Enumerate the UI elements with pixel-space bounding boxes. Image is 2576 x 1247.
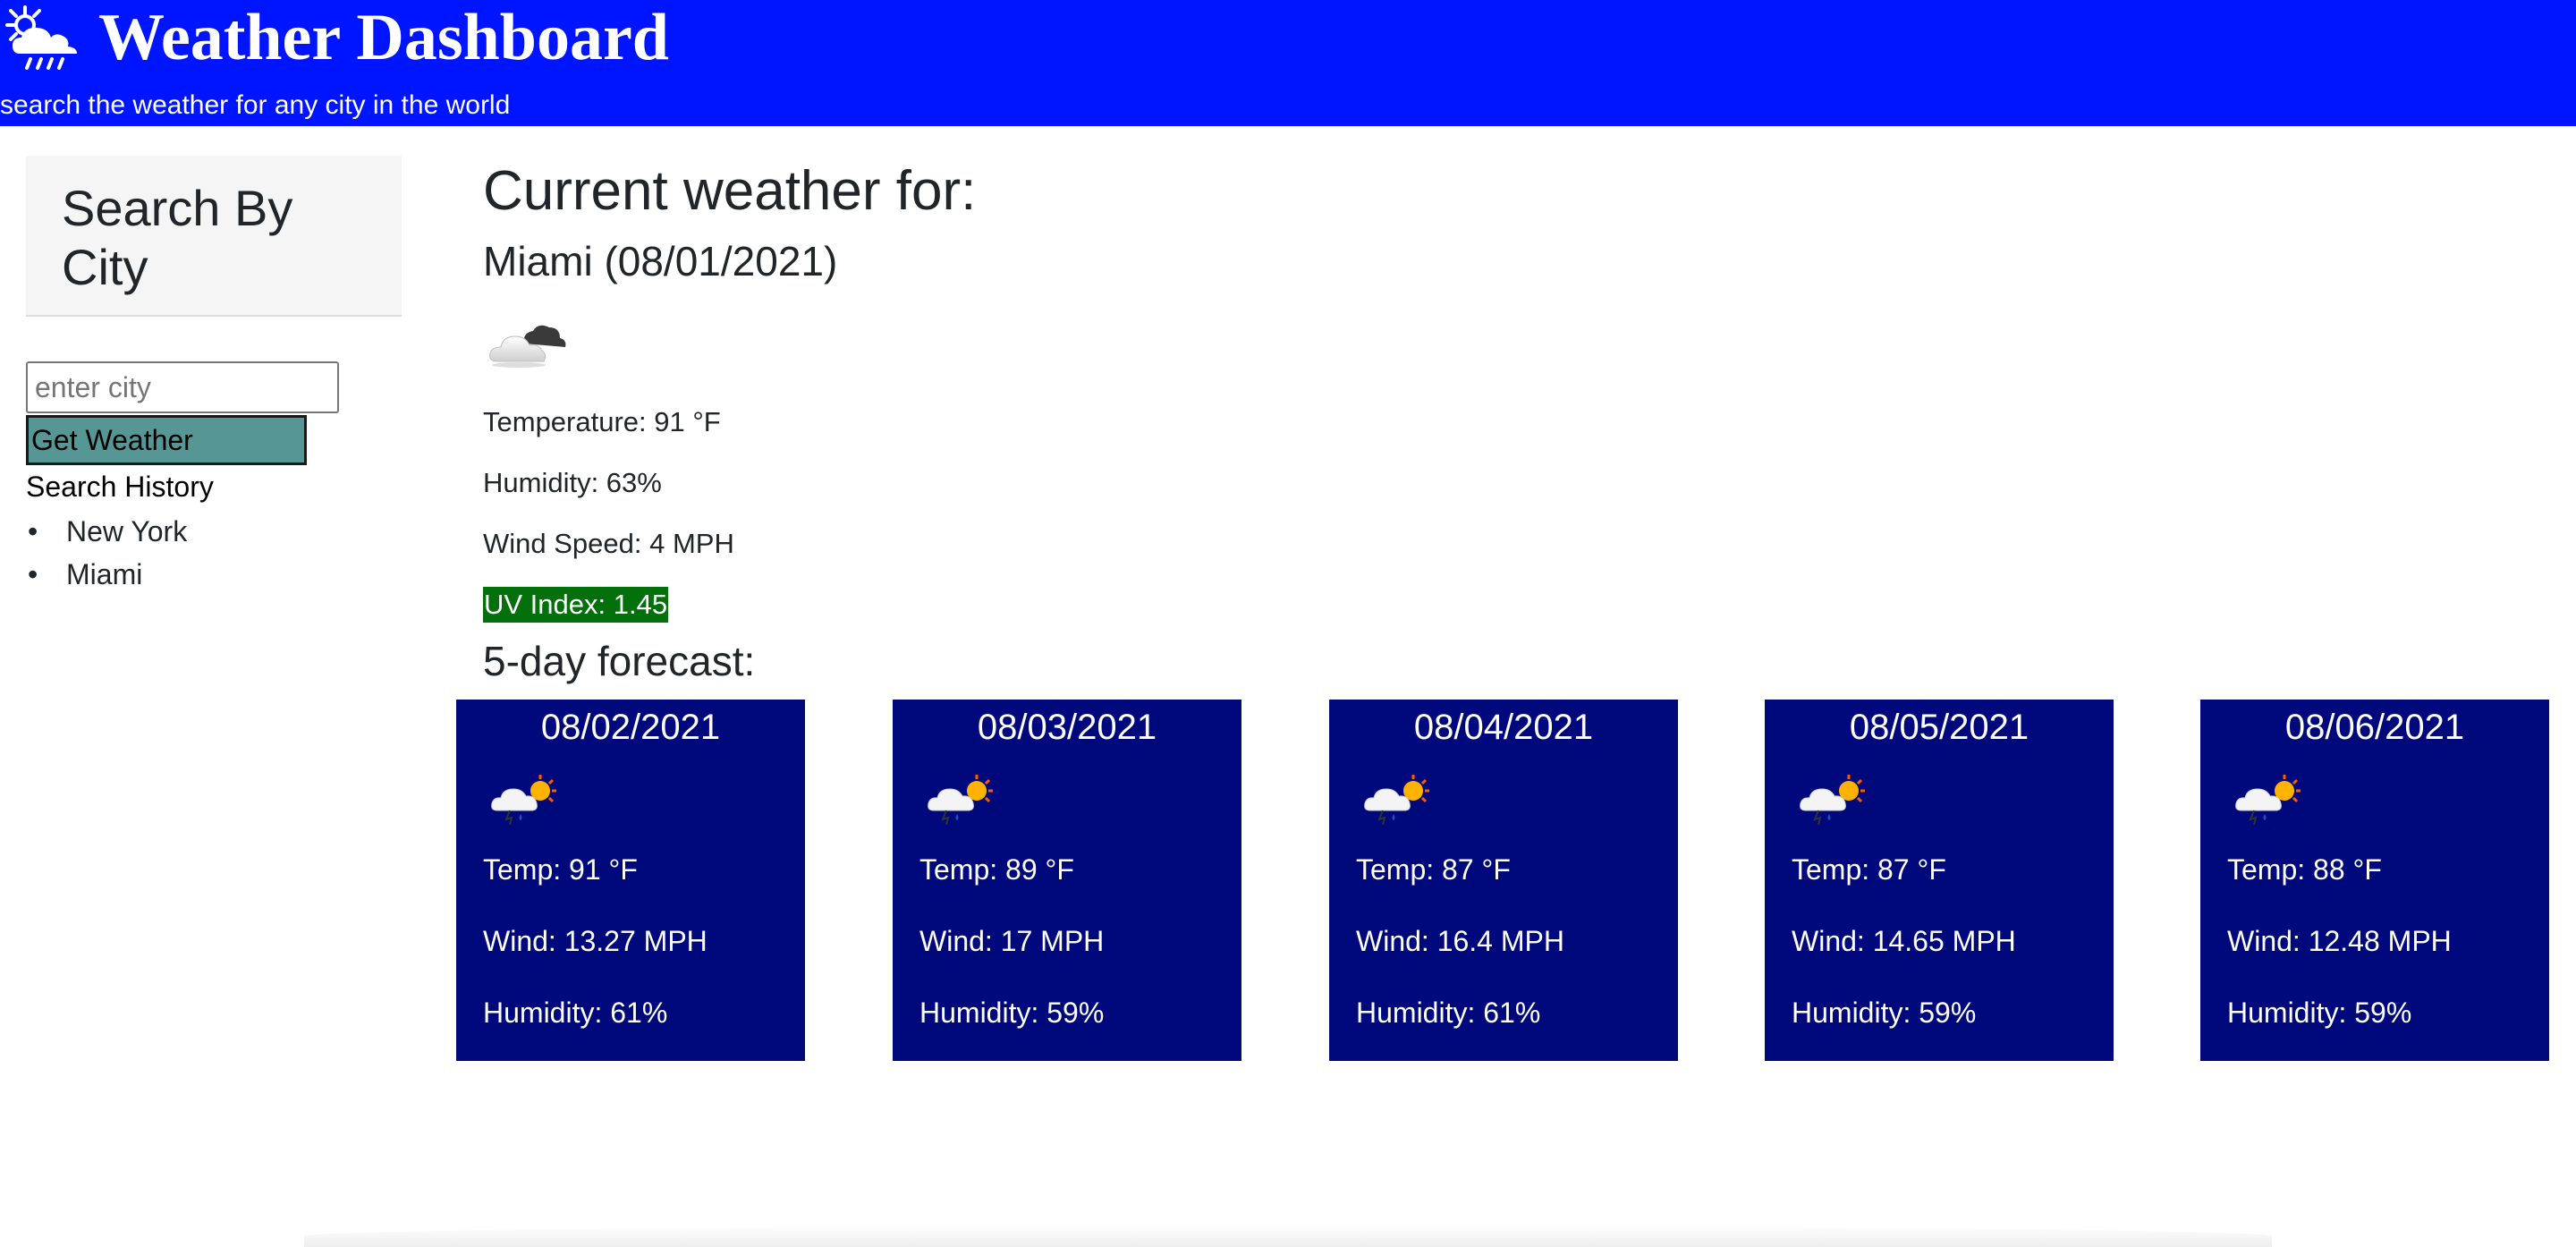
city-search-input[interactable] — [26, 361, 339, 413]
forecast-heading: 5-day forecast: — [483, 638, 756, 684]
forecast-temp: Temp: 87 °F — [1792, 853, 1946, 886]
forecast-temp: Temp: 87 °F — [1356, 853, 1511, 886]
thunderstorm-sun-icon — [2235, 775, 2301, 825]
forecast-humidity: Humidity: 59% — [2227, 997, 2412, 1029]
uv-index-badge: UV Index: 1.45 — [483, 587, 669, 623]
history-item-label: New York — [66, 515, 188, 547]
thunderstorm-sun-icon — [928, 775, 993, 825]
cloudy-icon — [489, 325, 566, 368]
current-wind-speed: Wind Speed: 4 MPH — [483, 528, 734, 559]
current-temperature: Temperature: 91 °F — [483, 406, 721, 437]
forecast-date: 08/02/2021 — [540, 708, 721, 747]
forecast-wind: Wind: 14.65 MPH — [1792, 925, 2016, 957]
app-title: Weather Dashboard — [98, 1, 669, 74]
forecast-date: 08/05/2021 — [1849, 708, 2029, 747]
search-history-label: Search History — [26, 471, 214, 503]
forecast-card: 08/04/2021 Temp: 87 °F Wind: 16.4 MPH Hu… — [1329, 700, 1678, 1061]
search-history-list: • New York • Miami — [26, 510, 187, 596]
current-humidity: Humidity: 63% — [483, 467, 662, 498]
thunderstorm-sun-icon — [1800, 775, 1865, 825]
app-subtitle: search the weather for any city in the w… — [0, 90, 511, 120]
forecast-date: 08/04/2021 — [1413, 708, 1594, 747]
forecast-wind: Wind: 13.27 MPH — [483, 925, 708, 957]
forecast-wind: Wind: 16.4 MPH — [1356, 925, 1564, 957]
forecast-temp: Temp: 88 °F — [2227, 853, 2382, 886]
bullet-icon: • — [28, 558, 38, 590]
forecast-humidity: Humidity: 59% — [919, 997, 1105, 1029]
forecast-wind: Wind: 12.48 MPH — [2227, 925, 2452, 957]
forecast-humidity: Humidity: 61% — [1356, 997, 1541, 1029]
sun-cloud-rain-icon — [5, 5, 77, 70]
forecast-card: 08/03/2021 Temp: 89 °F Wind: 17 MPH Humi… — [893, 700, 1241, 1061]
history-item-new-york[interactable]: • New York — [26, 510, 187, 553]
forecast-temp: Temp: 89 °F — [919, 853, 1074, 886]
current-city-date: Miami (08/01/2021) — [483, 238, 838, 284]
forecast-card: 08/02/2021 Temp: 91 °F Wind: 13.27 MPH H… — [456, 700, 805, 1061]
forecast-date: 08/03/2021 — [977, 708, 1157, 747]
forecast-humidity: Humidity: 61% — [483, 997, 668, 1029]
search-panel-title: Search By City — [62, 180, 293, 295]
thunderstorm-sun-icon — [1364, 775, 1429, 825]
forecast-wind: Wind: 17 MPH — [919, 925, 1105, 957]
forecast-card: 08/06/2021 Temp: 88 °F Wind: 12.48 MPH H… — [2200, 700, 2549, 1061]
history-item-label: Miami — [66, 558, 143, 590]
forecast-card: 08/05/2021 Temp: 87 °F Wind: 14.65 MPH H… — [1765, 700, 2114, 1061]
page-bottom-shadow — [304, 1226, 2272, 1247]
current-weather-heading: Current weather for: — [483, 160, 977, 222]
thunderstorm-sun-icon — [491, 775, 556, 825]
forecast-temp: Temp: 91 °F — [483, 853, 638, 886]
page-header: Weather Dashboard search the weather for… — [0, 0, 2576, 126]
search-panel-header: Search By City — [26, 156, 402, 317]
forecast-humidity: Humidity: 59% — [1792, 997, 1977, 1029]
history-item-miami[interactable]: • Miami — [26, 553, 187, 596]
bullet-icon: • — [28, 515, 38, 547]
get-weather-button[interactable]: Get Weather — [26, 415, 307, 465]
forecast-date: 08/06/2021 — [2284, 708, 2465, 747]
